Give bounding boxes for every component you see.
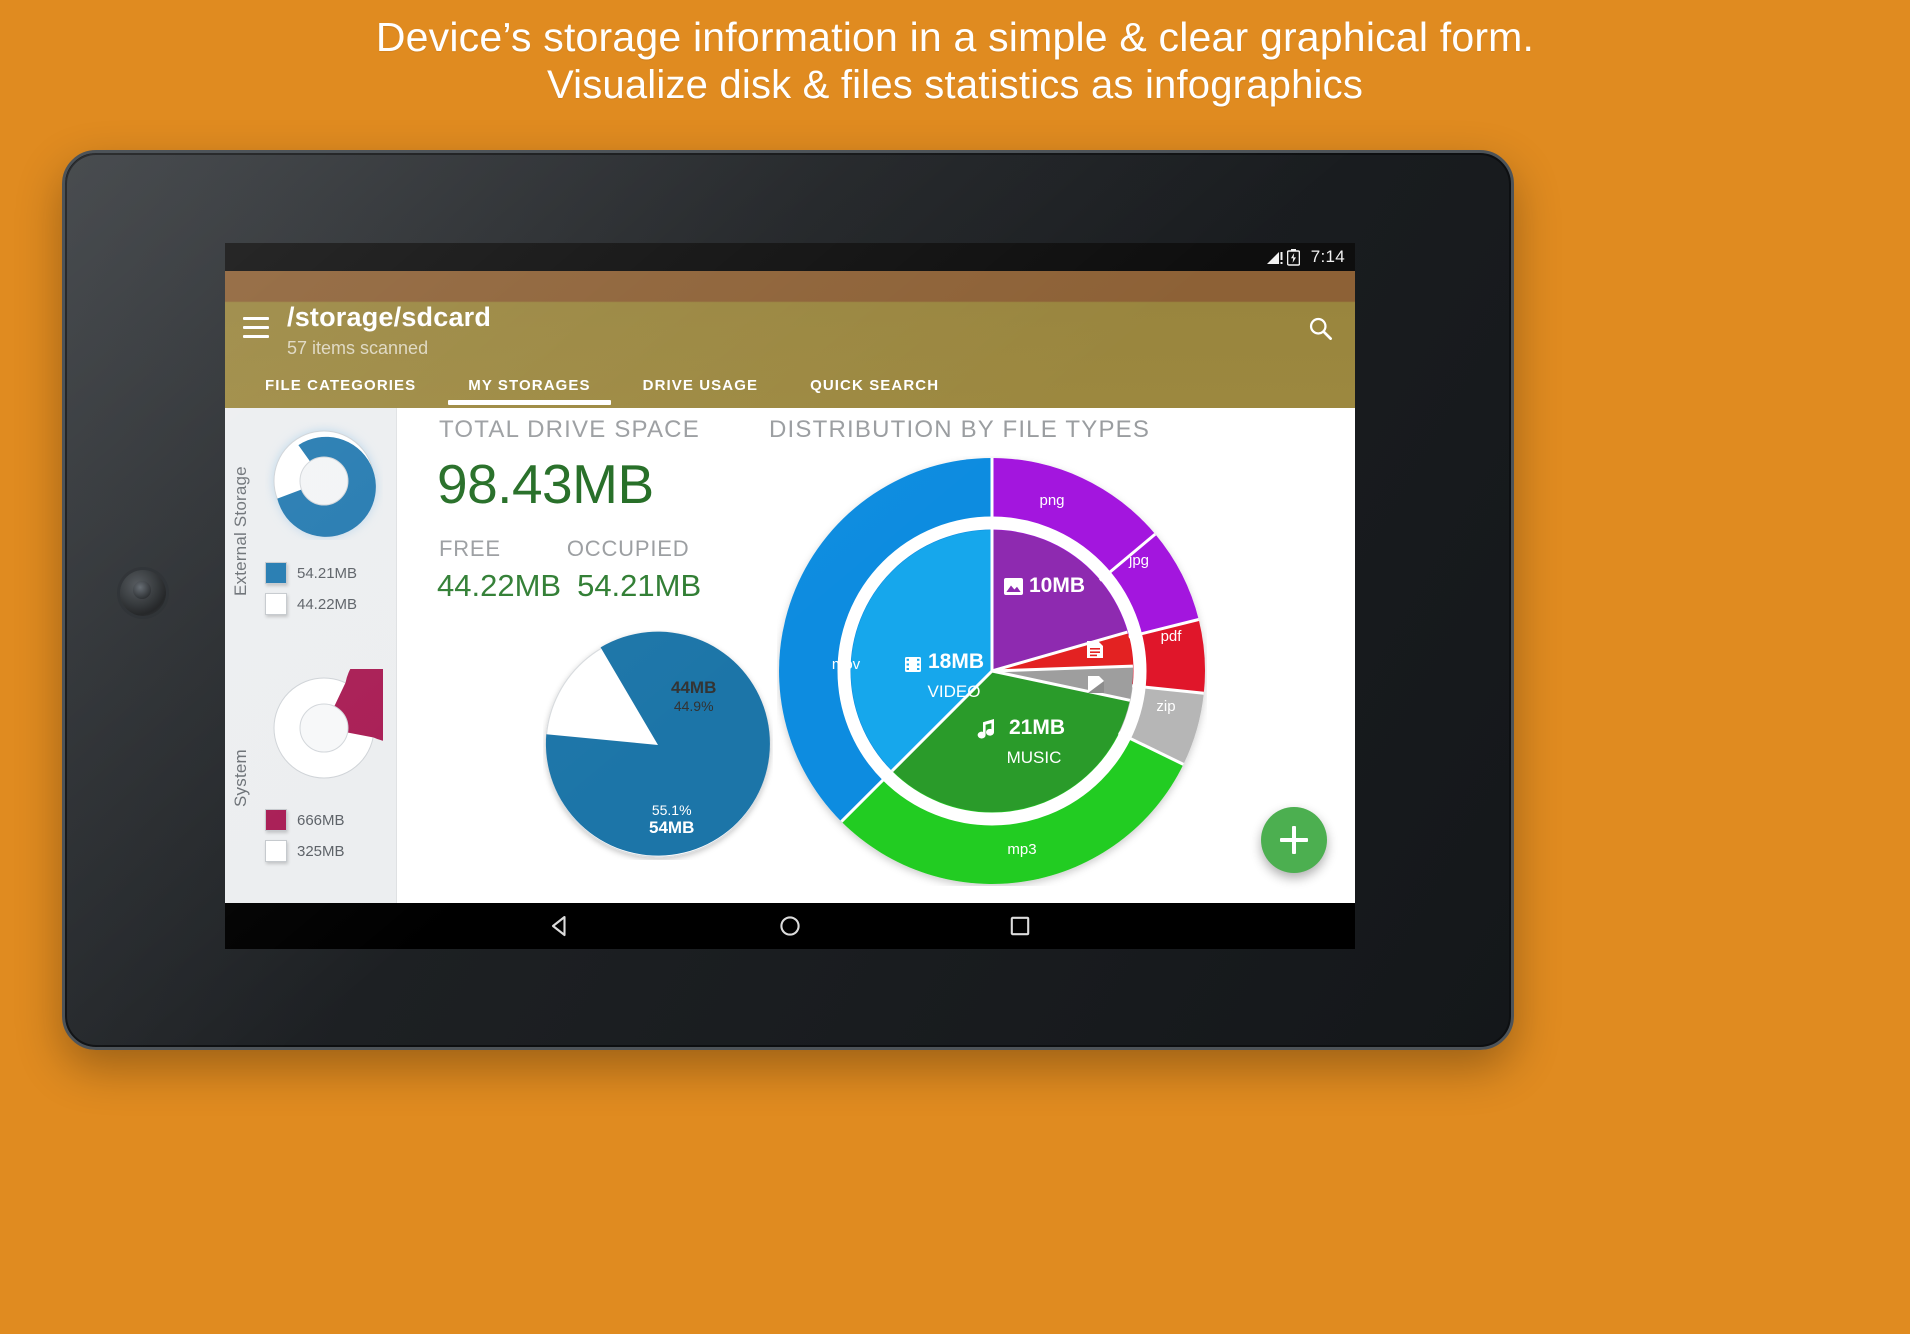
total-drive-space-value: 98.43MB [437,453,654,515]
legend-swatch-free [265,840,287,862]
page-title: /storage/sdcard [287,302,492,332]
content-area: External Storage 54.21MB 44.22MB System … [225,408,1355,903]
tablet-device: 7:14 /storage/sdcard 57 items scanned FI… [62,150,1514,1050]
signal-icon [1266,251,1283,264]
image-icon [1004,578,1023,595]
android-nav-bar [225,903,1355,949]
pie-occupied-value: 54MB [649,818,695,837]
svg-text:VIDEO: VIDEO [928,682,981,701]
svg-text:21MB: 21MB [1009,716,1065,739]
back-triangle-icon[interactable] [530,915,590,937]
sidebar-item-external-storage[interactable]: External Storage 54.21MB 44.22MB [225,408,396,655]
external-storage-legend: 54.21MB 44.22MB [265,562,357,624]
legend-value-used: 666MB [297,811,345,829]
system-donut-chart [265,642,445,792]
pie-free-value: 44MB [671,678,717,697]
film-icon [905,657,921,672]
status-bar: 7:14 [225,243,1355,271]
sunburst-outer-label-mov: mov [832,656,861,673]
free-occupied-labels: FREE OCCUPIED [439,536,689,562]
home-circle-icon[interactable] [760,915,820,937]
sunburst-outer-label-png: png [1039,492,1064,509]
promo-line-2: Visualize disk & files statistics as inf… [546,62,1364,107]
app-title-block: /storage/sdcard 57 items scanned [287,302,1285,359]
legend-row-free: 325MB [265,840,345,862]
main-panel: TOTAL DRIVE SPACE 98.43MB FREE OCCUPIED … [397,408,1355,903]
external-storage-label: External Storage [231,466,250,597]
free-label: FREE [439,536,501,561]
sunburst-outer-label-zip: zip [1156,698,1175,715]
tab-file-categories[interactable]: FILE CATEGORIES [239,377,442,405]
recents-square-icon[interactable] [990,916,1050,936]
legend-row-used: 54.21MB [265,562,357,584]
sunburst-outer-label-jpg: jpg [1128,552,1149,569]
legend-swatch-used [265,809,287,831]
search-icon[interactable] [1285,303,1355,342]
status-clock: 7:14 [1310,247,1345,266]
app-bar: /storage/sdcard 57 items scanned FILE CA… [225,271,1355,408]
system-label: System [231,749,250,808]
add-button[interactable] [1261,807,1327,873]
front-camera-icon [120,570,166,616]
legend-swatch-free [265,593,287,615]
tab-my-storages[interactable]: MY STORAGES [442,377,616,405]
free-occupied-values: 44.22MB 54.21MB [437,568,701,604]
legend-row-used: 666MB [265,809,345,831]
legend-row-free: 44.22MB [265,593,357,615]
occupied-label: OCCUPIED [566,536,690,561]
file-types-sunburst-chart: mov png jpg pdf zip mp3 18MB VIDEO 10MB … [777,456,1207,891]
promo-headline: Device’s storage information in a simple… [0,14,1910,109]
drive-usage-pie-chart: 44MB 44.9% 55.1% 54MB [543,630,773,865]
hamburger-menu-icon[interactable] [225,303,287,338]
legend-value-free: 44.22MB [297,595,358,613]
distribution-title: DISTRIBUTION BY FILE TYPES [769,416,1151,443]
tab-drive-usage[interactable]: DRIVE USAGE [617,377,784,405]
battery-icon [1286,248,1300,266]
sidebar-item-system[interactable]: System 666MB 325MB [225,642,445,902]
page-subtitle: 57 items scanned [287,337,429,358]
legend-value-free: 325MB [297,842,345,860]
pie-label-free: 44MB 44.9% [671,678,716,714]
tablet-screen: 7:14 /storage/sdcard 57 items scanned FI… [225,243,1355,949]
status-icons [1266,248,1300,266]
pie-occupied-percent: 55.1% [651,802,692,818]
legend-value-used: 54.21MB [297,564,358,582]
occupied-value: 54.21MB [577,568,702,603]
sunburst-outer-label-pdf: pdf [1161,628,1183,645]
external-storage-donut-chart [265,422,383,545]
free-value: 44.22MB [437,568,562,603]
pie-label-occupied: 55.1% 54MB [649,802,694,838]
svg-text:18MB: 18MB [928,650,984,673]
svg-text:10MB: 10MB [1029,574,1085,597]
system-legend: 666MB 325MB [265,809,345,871]
total-drive-space-title: TOTAL DRIVE SPACE [439,416,700,443]
storages-sidebar: External Storage 54.21MB 44.22MB System … [225,408,445,903]
tab-quick-search[interactable]: QUICK SEARCH [784,377,965,405]
sunburst-outer-label-mp3: mp3 [1007,841,1036,858]
pie-free-percent: 44.9% [673,698,714,714]
svg-text:MUSIC: MUSIC [1007,748,1062,767]
promo-line-1: Device’s storage information in a simple… [375,14,1535,60]
legend-swatch-used [265,562,287,584]
tab-bar: FILE CATEGORIES MY STORAGES DRIVE USAGE … [225,359,1355,405]
